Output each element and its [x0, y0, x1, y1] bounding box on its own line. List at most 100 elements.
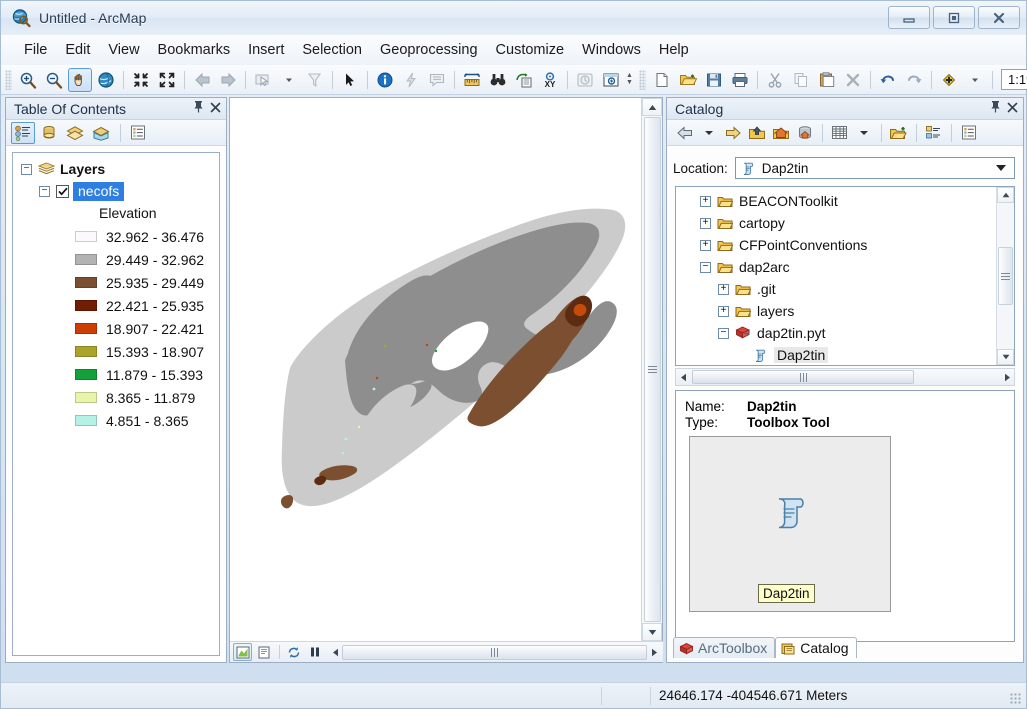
window-resize-grip[interactable]	[1010, 693, 1022, 705]
contents-dropdown-icon[interactable]	[852, 122, 875, 144]
measure-icon[interactable]	[460, 68, 484, 92]
clear-selection-icon[interactable]	[303, 68, 327, 92]
legend-row[interactable]: 15.393 - 18.907	[75, 340, 219, 363]
paste-icon[interactable]	[815, 68, 839, 92]
identify-icon[interactable]	[373, 68, 397, 92]
catalog-tree-node[interactable]: Dap2tin	[676, 344, 1014, 365]
map-horizontal-scrollbar[interactable]	[328, 644, 661, 661]
find-route-icon[interactable]	[512, 68, 536, 92]
toc-root-layers[interactable]: − Layers	[13, 158, 219, 180]
catalog-tree-node[interactable]: + BEACONToolkit	[676, 190, 1014, 212]
toolbar-grip[interactable]	[5, 69, 12, 90]
legend-swatch[interactable]	[75, 323, 97, 334]
undo-icon[interactable]	[876, 68, 900, 92]
toc-options-icon[interactable]	[126, 122, 150, 144]
expand-node-icon[interactable]: +	[700, 239, 711, 251]
html-popup-icon[interactable]	[425, 68, 449, 92]
legend-swatch[interactable]	[75, 254, 97, 265]
pan-hand-icon[interactable]	[68, 67, 92, 92]
menu-insert[interactable]: Insert	[239, 38, 293, 62]
scroll-right-icon[interactable]	[1000, 369, 1014, 386]
legend-row[interactable]: 22.421 - 25.935	[75, 294, 219, 317]
cut-icon[interactable]	[763, 68, 787, 92]
zoom-in-icon[interactable]	[16, 68, 40, 92]
toggle-contents-icon[interactable]	[828, 122, 851, 144]
pin-icon[interactable]	[990, 100, 1001, 116]
redo-icon[interactable]	[902, 68, 926, 92]
menu-edit[interactable]: Edit	[56, 38, 99, 62]
new-map-icon[interactable]	[650, 68, 674, 92]
catalog-tree-scrollbar[interactable]	[996, 187, 1014, 365]
menu-selection[interactable]: Selection	[293, 38, 371, 62]
legend-swatch[interactable]	[75, 300, 97, 311]
scroll-down-icon[interactable]	[642, 623, 662, 641]
scroll-left-icon[interactable]	[676, 369, 690, 386]
menu-customize[interactable]: Customize	[487, 38, 574, 62]
catalog-tree-node[interactable]: + CFPointConventions	[676, 234, 1014, 256]
list-by-visibility-icon[interactable]	[63, 122, 87, 144]
create-viewer-window-icon[interactable]	[599, 68, 623, 92]
legend-swatch[interactable]	[75, 369, 97, 380]
fixed-zoom-in-icon[interactable]	[129, 68, 153, 92]
toolbar-overflow-left[interactable]: ▲ ▼	[624, 72, 635, 86]
select-features-icon[interactable]	[251, 68, 275, 92]
legend-row[interactable]: 11.879 - 15.393	[75, 363, 219, 386]
tab-catalog[interactable]: Catalog	[775, 637, 857, 658]
copy-icon[interactable]	[789, 68, 813, 92]
map-hscroll-thumb[interactable]	[342, 644, 647, 660]
home-icon[interactable]	[769, 122, 792, 144]
catalog-scroll-thumb[interactable]	[998, 247, 1013, 305]
expand-node-icon[interactable]: +	[700, 195, 711, 207]
map-scale-combobox[interactable]: 1:19,717,500	[1001, 69, 1027, 90]
catalog-tree-node[interactable]: + cartopy	[676, 212, 1014, 234]
catalog-tree-node[interactable]: − dap2arc	[676, 256, 1014, 278]
select-features-dropdown-icon[interactable]	[277, 68, 301, 92]
legend-row[interactable]: 29.449 - 32.962	[75, 248, 219, 271]
up-one-level-icon[interactable]	[745, 122, 768, 144]
legend-row[interactable]: 18.907 - 22.421	[75, 317, 219, 340]
scroll-down-icon[interactable]	[997, 349, 1014, 365]
list-by-selection-icon[interactable]	[89, 122, 113, 144]
scroll-up-icon[interactable]	[642, 98, 662, 116]
catalog-hscroll-thumb[interactable]	[692, 370, 914, 384]
menu-geoprocessing[interactable]: Geoprocessing	[371, 38, 487, 62]
menu-help[interactable]: Help	[650, 38, 698, 62]
legend-swatch[interactable]	[75, 392, 97, 403]
minimize-button[interactable]	[888, 6, 930, 29]
data-view-icon[interactable]	[233, 643, 252, 661]
legend-swatch[interactable]	[75, 231, 97, 242]
forward-icon[interactable]	[721, 122, 744, 144]
map-view[interactable]	[229, 97, 663, 663]
add-data-dropdown-icon[interactable]	[963, 68, 987, 92]
back-extent-icon[interactable]	[190, 68, 214, 92]
legend-row[interactable]: 32.962 - 36.476	[75, 225, 219, 248]
tab-arctoolbox[interactable]: ArcToolbox	[673, 637, 776, 658]
refresh-icon[interactable]	[284, 643, 303, 661]
catalog-tree-node[interactable]: + layers	[676, 300, 1014, 322]
go-to-xy-icon[interactable]: XY	[538, 68, 562, 92]
tool-thumbnail[interactable]: Dap2tin	[689, 436, 891, 612]
legend-row[interactable]: 4.851 - 8.365	[75, 409, 219, 432]
menu-file[interactable]: File	[15, 38, 56, 62]
catalog-tree-node[interactable]: + .git	[676, 278, 1014, 300]
legend-swatch[interactable]	[75, 415, 97, 426]
expand-node-icon[interactable]: +	[718, 283, 729, 295]
full-extent-globe-icon[interactable]	[94, 68, 118, 92]
fixed-zoom-out-icon[interactable]	[155, 68, 179, 92]
toc-tree[interactable]: − Layers − necofs Elevation 32.962 - 36.…	[12, 152, 220, 656]
file-toolbar-grip[interactable]	[639, 69, 646, 90]
legend-swatch[interactable]	[75, 346, 97, 357]
chevron-down-icon[interactable]	[996, 165, 1006, 171]
maximize-button[interactable]	[933, 6, 975, 29]
map-canvas[interactable]	[230, 98, 641, 641]
print-icon[interactable]	[728, 68, 752, 92]
pin-icon[interactable]	[193, 100, 204, 116]
scroll-right-icon[interactable]	[647, 644, 661, 661]
close-button[interactable]	[978, 6, 1020, 29]
catalog-options-icon[interactable]	[957, 122, 980, 144]
find-binoculars-icon[interactable]	[486, 68, 510, 92]
layer-visibility-checkbox[interactable]	[56, 184, 69, 198]
delete-icon[interactable]	[841, 68, 865, 92]
menu-view[interactable]: View	[99, 38, 148, 62]
catalog-tree-node[interactable]: − dap2tin.pyt	[676, 322, 1014, 344]
